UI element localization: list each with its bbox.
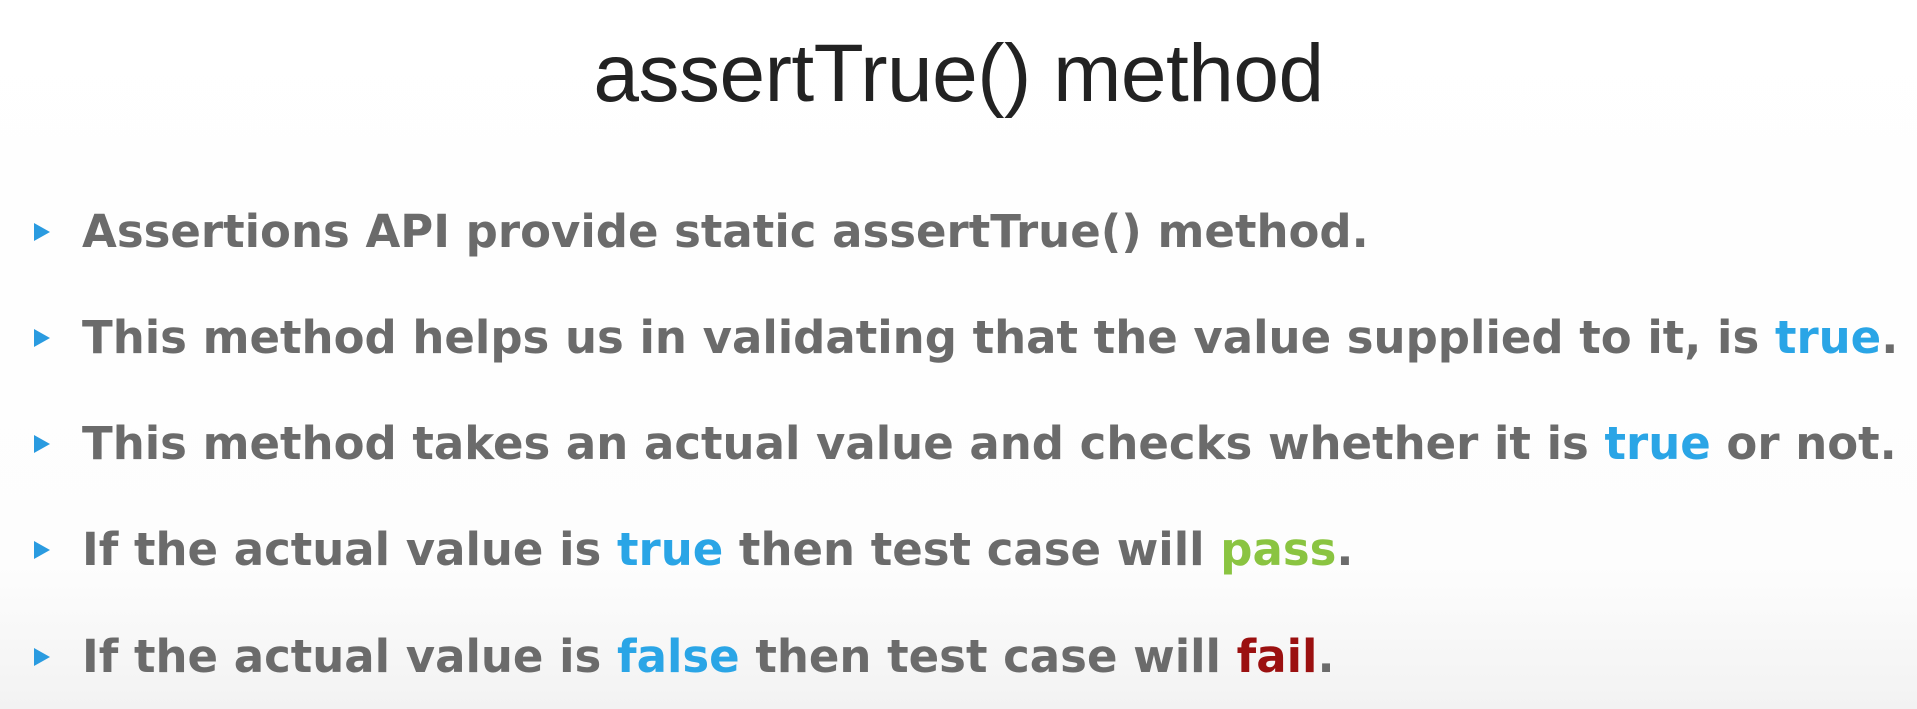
bullet-text-segment: This method takes an actual value and ch… [82, 417, 1605, 470]
bullet-item: If the actual value is true then test ca… [0, 520, 1917, 600]
bullet-text-segment: This method helps us in validating that … [82, 311, 1775, 364]
keyword-false: false [617, 630, 740, 683]
bullet-item: Assertions API provide static assertTrue… [0, 202, 1917, 282]
keyword-fail: fail [1236, 630, 1318, 683]
bullet-text: This method takes an actual value and ch… [82, 414, 1897, 474]
bullet-list: Assertions API provide static assertTrue… [0, 0, 1917, 709]
bullet-text-segment: Assertions API provide static assertTrue… [82, 205, 1369, 258]
triangle-bullet-icon [34, 541, 50, 559]
bullet-text: This method helps us in validating that … [82, 308, 1898, 368]
bullet-text-segment: . [1336, 523, 1354, 576]
bullet-text: If the actual value is true then test ca… [82, 520, 1354, 580]
triangle-bullet-icon [34, 648, 50, 666]
bullet-item: This method takes an actual value and ch… [0, 414, 1917, 494]
bullet-text-segment: . [1881, 311, 1899, 364]
triangle-bullet-icon [34, 435, 50, 453]
bullet-text-segment: . [1317, 630, 1335, 683]
bullet-item: If the actual value is false then test c… [0, 627, 1917, 707]
bullet-text-segment: or not. [1710, 417, 1897, 470]
bullet-item: This method helps us in validating that … [0, 308, 1917, 388]
keyword-true: true [617, 523, 724, 576]
keyword-true: true [1774, 311, 1882, 364]
bullet-text-segment: then test case will [739, 630, 1237, 683]
bullet-text: Assertions API provide static assertTrue… [82, 202, 1369, 262]
keyword-pass: pass [1220, 523, 1337, 576]
keyword-true: true [1604, 417, 1711, 470]
bullet-text-segment: then test case will [723, 523, 1221, 576]
triangle-bullet-icon [34, 329, 50, 347]
slide: assertTrue() method Assertions API provi… [0, 0, 1917, 709]
bullet-text: If the actual value is false then test c… [82, 627, 1335, 687]
triangle-bullet-icon [34, 223, 50, 241]
bullet-text-segment: If the actual value is [82, 523, 617, 576]
bullet-text-segment: If the actual value is [82, 630, 617, 683]
